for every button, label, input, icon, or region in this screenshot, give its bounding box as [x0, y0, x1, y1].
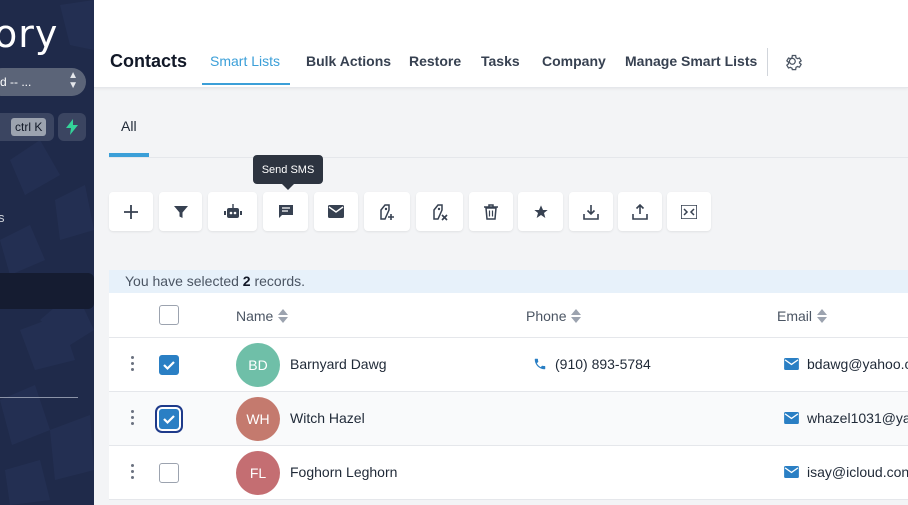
name-header-label: Name: [236, 308, 274, 324]
sort-chevrons-icon: ▲ ▼: [68, 70, 78, 91]
send-email-button[interactable]: [314, 192, 358, 231]
check-icon: [163, 361, 175, 371]
row-menu-icon[interactable]: [131, 464, 135, 482]
filter-button[interactable]: [159, 192, 202, 231]
row-checkbox[interactable]: [159, 355, 179, 375]
sort-icon: [817, 309, 828, 323]
search-shortcut-badge: ctrl K: [11, 118, 47, 136]
avatar: WH: [236, 397, 280, 441]
remove-tag-button[interactable]: [416, 192, 463, 231]
gear-icon[interactable]: [784, 53, 804, 73]
row-checkbox[interactable]: [159, 463, 179, 483]
contact-phone[interactable]: (910) 893-5784: [533, 356, 651, 372]
selection-summary: You have selected 2 records.: [109, 270, 908, 293]
tab-active-underline: [109, 153, 149, 157]
phone-value: (910) 893-5784: [555, 356, 651, 372]
nav-separator: [767, 48, 768, 76]
table-row[interactable]: BD Barnyard Dawg (910) 893-5784 bdawg@ya…: [109, 338, 908, 392]
row-menu-icon[interactable]: [131, 356, 135, 374]
nav-tasks[interactable]: Tasks: [481, 53, 520, 69]
contact-email[interactable]: bdawg@yahoo.c: [784, 356, 908, 372]
add-icon: [124, 204, 138, 219]
location-select[interactable]: d -- ... ▲ ▼: [0, 68, 86, 96]
nav-manage-smart-lists[interactable]: Manage Smart Lists: [625, 53, 757, 69]
sort-icon: [278, 309, 289, 323]
row-menu-icon[interactable]: [131, 410, 135, 428]
email-value: isay@icloud.con: [807, 464, 908, 480]
sort-icon: [571, 309, 582, 323]
send-sms-tooltip: Send SMS: [253, 155, 323, 190]
mail-icon: [328, 205, 344, 218]
download-icon: [583, 204, 599, 220]
email-column-header[interactable]: Email: [777, 308, 828, 324]
phone-column-header[interactable]: Phone: [526, 308, 582, 324]
contact-name[interactable]: Foghorn Leghorn: [290, 464, 397, 480]
contact-name[interactable]: Barnyard Dawg: [290, 356, 387, 372]
merge-icon: [681, 204, 697, 219]
upload-icon: [632, 203, 648, 220]
selection-count: 2: [242, 273, 251, 289]
import-button[interactable]: [618, 192, 662, 231]
phone-header-label: Phone: [526, 308, 567, 324]
nav-active-underline: [202, 83, 290, 85]
contact-name[interactable]: Witch Hazel: [290, 410, 365, 426]
add-to-automation-button[interactable]: [208, 192, 257, 231]
trash-icon: [484, 203, 498, 220]
sidebar-item-partial[interactable]: s: [0, 210, 5, 225]
email-header-label: Email: [777, 308, 813, 324]
nav-smart-lists[interactable]: Smart Lists: [210, 53, 280, 69]
robot-icon: [223, 203, 242, 218]
row-checkbox[interactable]: [159, 409, 179, 429]
phone-icon: [534, 358, 546, 370]
page-title: Contacts: [110, 51, 188, 71]
avatar: FL: [236, 451, 280, 495]
star-icon: [533, 204, 548, 218]
bolt-icon: [66, 119, 78, 135]
sidebar: ory d -- ... ▲ ▼ ctrl K s: [0, 0, 94, 505]
contact-email[interactable]: whazel1031@ya: [784, 410, 908, 426]
nav-company[interactable]: Company: [542, 53, 606, 69]
add-tag-button[interactable]: [364, 192, 410, 231]
email-value: whazel1031@ya: [807, 410, 908, 426]
check-icon: [163, 415, 175, 425]
export-button[interactable]: [569, 192, 613, 231]
add-contact-button[interactable]: [109, 192, 153, 231]
brand-logo-text: ory: [0, 12, 59, 56]
send-sms-button[interactable]: [263, 192, 308, 231]
sidebar-item-active[interactable]: [0, 273, 94, 309]
tag-add-icon: [380, 203, 394, 220]
filter-icon: [173, 205, 188, 218]
table-header: Name Phone Email: [109, 293, 908, 338]
contact-email[interactable]: isay@icloud.con: [784, 464, 908, 480]
mail-icon: [784, 412, 799, 424]
avatar: BD: [236, 343, 280, 387]
name-column-header[interactable]: Name: [236, 308, 289, 324]
mail-icon: [784, 466, 799, 478]
table-row[interactable]: WH Witch Hazel whazel1031@ya: [109, 392, 908, 446]
select-all-checkbox[interactable]: [159, 305, 179, 325]
tab-all[interactable]: All: [121, 118, 137, 134]
mail-icon: [784, 358, 799, 370]
merge-button[interactable]: [667, 192, 711, 231]
nav-bulk-actions[interactable]: Bulk Actions: [306, 53, 391, 69]
delete-button[interactable]: [469, 192, 513, 231]
review-request-button[interactable]: [518, 192, 563, 231]
tag-remove-icon: [432, 203, 448, 221]
quick-actions-button[interactable]: [58, 113, 86, 141]
table-row[interactable]: FL Foghorn Leghorn isay@icloud.con: [109, 446, 908, 500]
location-select-value: d -- ...: [0, 75, 32, 89]
top-header: Contacts Smart Lists Bulk Actions Restor…: [94, 0, 908, 88]
nav-restore[interactable]: Restore: [409, 53, 461, 69]
selection-suffix: records.: [250, 273, 306, 289]
message-icon: [278, 204, 293, 218]
sidebar-divider: [0, 397, 78, 398]
selection-prefix: You have selected: [125, 273, 243, 289]
email-value: bdawg@yahoo.c: [807, 356, 908, 372]
list-tabs: All: [109, 88, 908, 158]
